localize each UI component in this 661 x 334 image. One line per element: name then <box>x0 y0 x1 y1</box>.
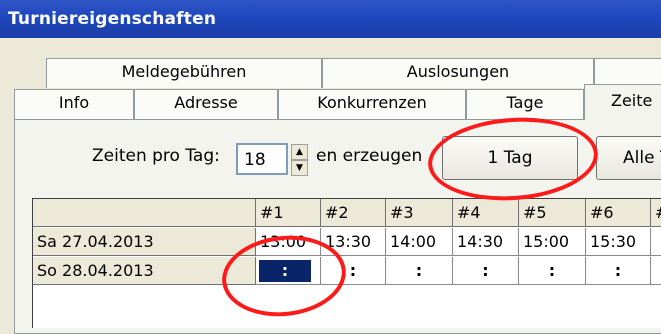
grid-cell[interactable]: 14:00 <box>386 228 453 256</box>
grid-cell[interactable]: 15:00 <box>519 228 586 256</box>
grid-cell[interactable]: : <box>651 257 661 285</box>
times-per-day-label: Zeiten pro Tag: <box>92 146 220 166</box>
column-header[interactable]: #4 <box>453 199 519 227</box>
row-header[interactable]: Sa 27.04.2013 <box>33 228 256 256</box>
grid-corner-header <box>33 199 256 227</box>
column-header[interactable]: #1 <box>256 199 321 227</box>
column-header[interactable]: # <box>651 199 661 227</box>
column-header[interactable]: #3 <box>386 199 453 227</box>
tab-konkurrenzen[interactable]: Konkurrenzen <box>278 89 466 119</box>
arrow-down-icon: ▼ <box>296 163 303 173</box>
grid-cell[interactable]: : <box>453 257 519 285</box>
tab-tage[interactable]: Tage <box>466 89 584 119</box>
tab-info[interactable]: Info <box>14 89 134 119</box>
grid-cell[interactable]: : <box>386 257 453 285</box>
window-title: Turniereigenschaften <box>8 9 217 29</box>
column-header[interactable]: #6 <box>586 199 651 227</box>
grid-cell[interactable]: : <box>519 257 586 285</box>
spin-up-button[interactable]: ▲ <box>291 144 308 160</box>
spin-down-button[interactable]: ▼ <box>291 160 308 176</box>
tab-auslosungen[interactable]: Auslosungen <box>322 58 594 88</box>
times-per-day-input[interactable]: 18 <box>236 143 288 175</box>
grid-cell[interactable]: 14:30 <box>453 228 519 256</box>
grid-cell[interactable]: 15:30 <box>586 228 651 256</box>
all-days-button[interactable]: Alle T <box>596 136 661 180</box>
grid-cell[interactable]: : <box>586 257 651 285</box>
tab-adresse[interactable]: Adresse <box>134 89 278 119</box>
generate-label: en erzeugen <box>316 146 423 166</box>
tab-meldegebuehren[interactable]: Meldegebühren <box>46 58 322 88</box>
arrow-up-icon: ▲ <box>296 147 303 157</box>
grid-cell[interactable]: : <box>651 228 661 256</box>
column-header[interactable]: #5 <box>519 199 586 227</box>
tab-zeiten[interactable]: Zeite <box>584 84 661 120</box>
column-header[interactable]: #2 <box>321 199 386 227</box>
